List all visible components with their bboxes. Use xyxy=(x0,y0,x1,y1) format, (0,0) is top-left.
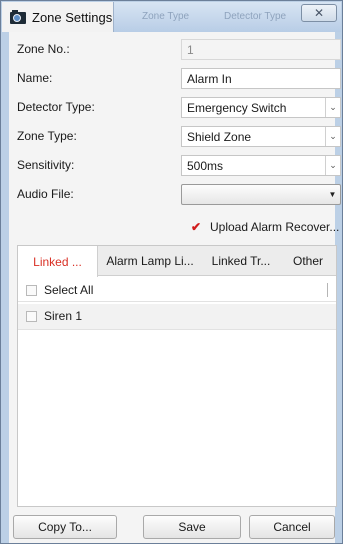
siren-checkbox[interactable] xyxy=(26,311,37,322)
select-all-checkbox[interactable] xyxy=(26,285,37,296)
sensitivity-row: Sensitivity: 500ms ⌄ xyxy=(9,153,341,177)
save-button[interactable]: Save xyxy=(143,515,241,539)
audio-file-row: Audio File: ▼ xyxy=(9,182,341,206)
ghost-tab-zone-type: Zone Type xyxy=(142,11,190,22)
siren-label: Siren 1 xyxy=(44,309,83,323)
tab-other[interactable]: Other xyxy=(282,246,334,276)
upload-alarm-recovery-checkbox[interactable]: ✔ Upload Alarm Recover... xyxy=(191,220,339,234)
detector-type-row: Detector Type: Emergency Switch ⌄ xyxy=(9,95,341,119)
sensitivity-select[interactable]: 500ms ⌄ xyxy=(181,155,341,176)
zone-no-field: 1 xyxy=(181,39,341,60)
upload-alarm-recovery-label: Upload Alarm Recover... xyxy=(210,220,340,234)
audio-file-select[interactable]: ▼ xyxy=(181,184,341,205)
audio-file-label: Audio File: xyxy=(17,187,74,201)
close-button[interactable]: ✕ xyxy=(301,4,337,22)
chevron-down-icon[interactable]: ⌄ xyxy=(325,98,340,117)
zone-no-label: Zone No.: xyxy=(17,42,70,56)
chevron-down-icon[interactable]: ⌄ xyxy=(325,156,340,175)
cancel-button[interactable]: Cancel xyxy=(249,515,335,539)
detector-type-label: Detector Type: xyxy=(17,100,95,114)
dropdown-arrow-icon[interactable]: ▼ xyxy=(325,185,340,204)
zone-type-row: Zone Type: Shield Zone ⌄ xyxy=(9,124,341,148)
camera-icon xyxy=(10,10,26,24)
ghost-tab-detector-type: Detector Type xyxy=(224,11,287,22)
tab-linked[interactable]: Linked ... xyxy=(18,246,98,277)
name-label: Name: xyxy=(17,71,53,85)
list-item[interactable]: Siren 1 xyxy=(18,304,336,330)
title-bar: Zone Settings Zone Type Detector Type ✕ xyxy=(2,2,341,32)
copy-to-button[interactable]: Copy To... xyxy=(13,515,117,539)
chevron-down-icon[interactable]: ⌄ xyxy=(325,127,340,146)
sensitivity-label: Sensitivity: xyxy=(17,158,75,172)
zone-no-row: Zone No.: 1 xyxy=(9,37,341,61)
sensitivity-value: 500ms xyxy=(187,159,224,173)
zone-settings-window: Zone Settings Zone Type Detector Type ✕ … xyxy=(0,0,343,544)
title-tab: Zone Settings xyxy=(2,2,114,32)
window-title: Zone Settings xyxy=(32,9,113,25)
name-row: Name: Alarm In xyxy=(9,66,341,90)
linkage-tabs: Linked ... Alarm Lamp Li... Linked Tr...… xyxy=(18,246,336,277)
dialog-body: Zone No.: 1 Name: Alarm In Detector Type… xyxy=(9,32,341,543)
zone-type-value: Shield Zone xyxy=(187,130,252,144)
detector-type-value: Emergency Switch xyxy=(187,101,287,115)
checkmark-icon[interactable]: ✔ xyxy=(191,221,203,233)
tab-alarm-lamp[interactable]: Alarm Lamp Li... xyxy=(100,246,200,276)
tab-linked-trigger[interactable]: Linked Tr... xyxy=(202,246,280,276)
select-all-label: Select All xyxy=(44,283,94,297)
close-icon: ✕ xyxy=(313,6,325,20)
zone-type-label: Zone Type: xyxy=(17,129,77,143)
column-separator xyxy=(327,283,328,297)
name-input[interactable]: Alarm In xyxy=(181,68,341,89)
select-all-row[interactable]: Select All xyxy=(18,278,336,302)
zone-type-select[interactable]: Shield Zone ⌄ xyxy=(181,126,341,147)
detector-type-select[interactable]: Emergency Switch ⌄ xyxy=(181,97,341,118)
linkage-panel: Linked ... Alarm Lamp Li... Linked Tr...… xyxy=(17,245,337,507)
